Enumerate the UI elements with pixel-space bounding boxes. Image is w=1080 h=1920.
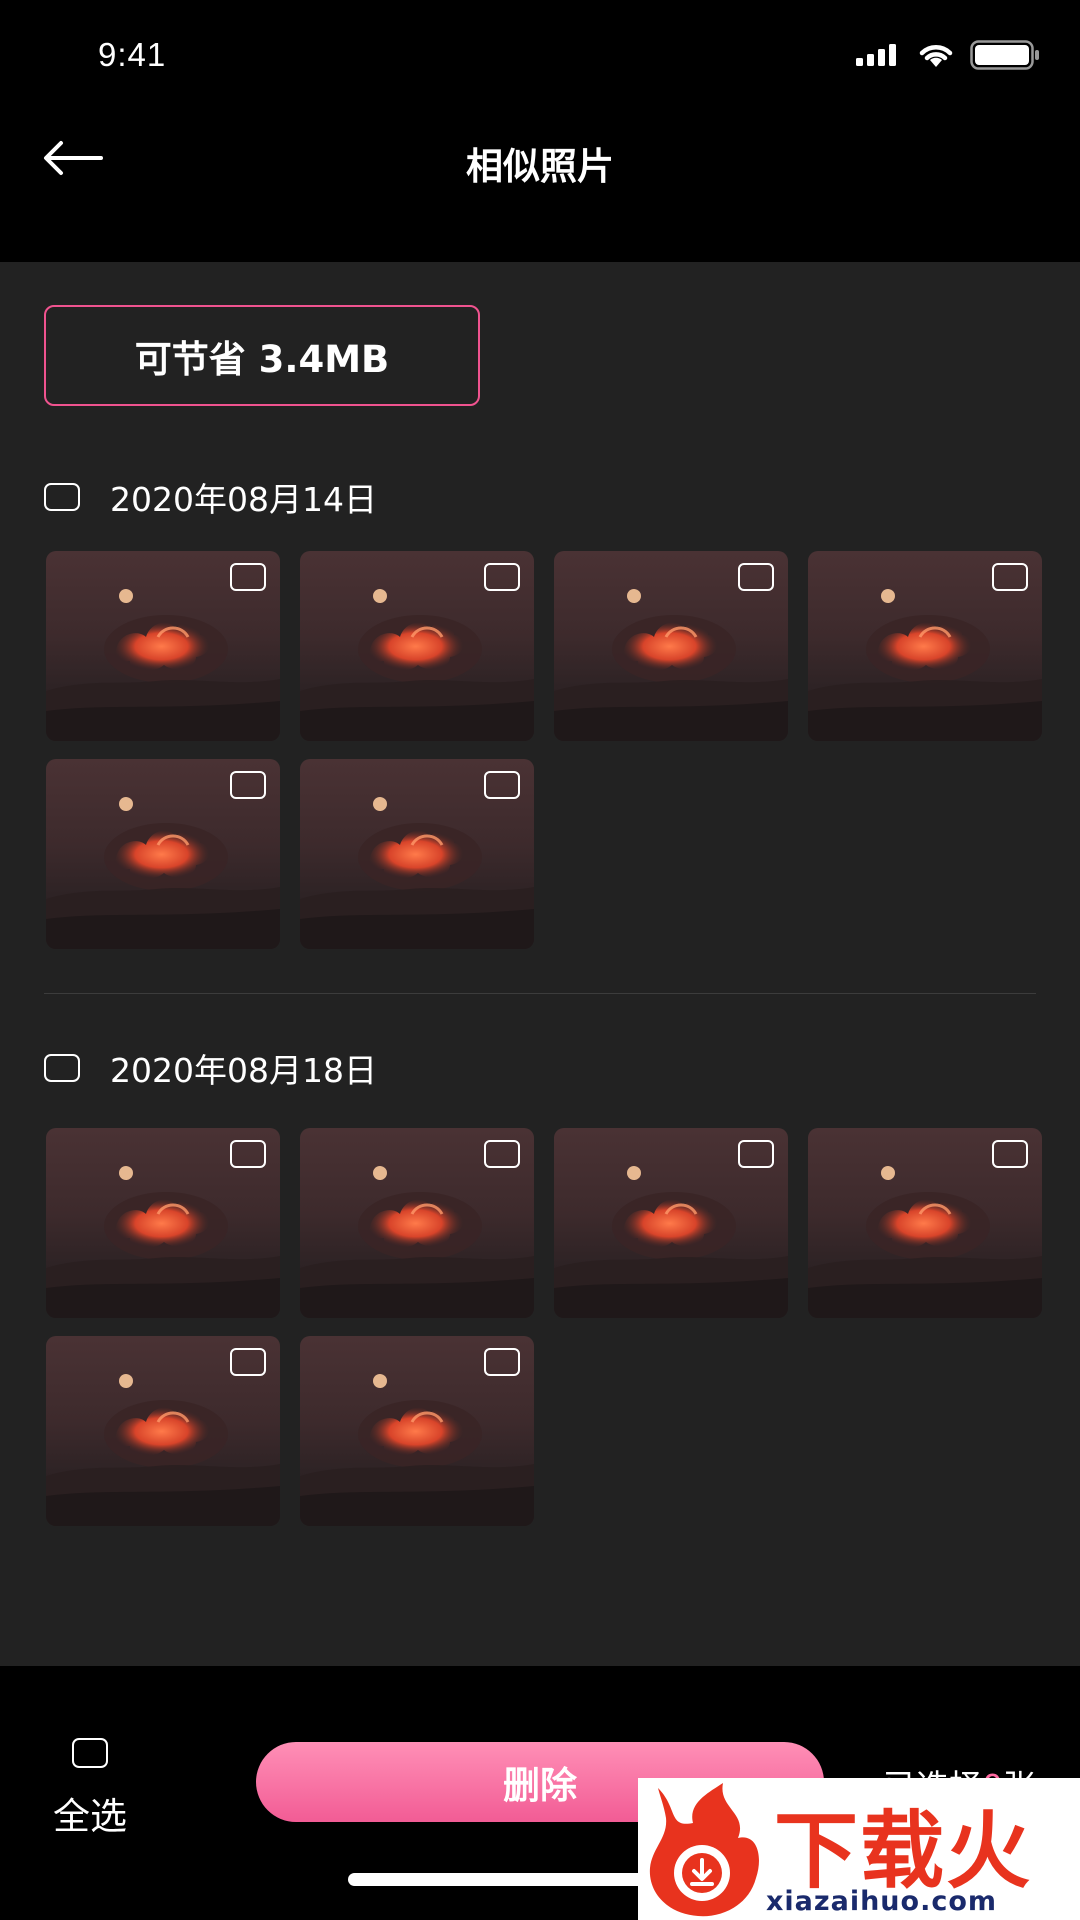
savings-badge: 可节省 3.4MB (44, 305, 480, 406)
photo-thumbnail[interactable] (300, 551, 534, 741)
group-checkbox[interactable] (44, 1054, 80, 1082)
photo-checkbox[interactable] (992, 563, 1028, 591)
photo-checkbox[interactable] (230, 563, 266, 591)
photo-grid-1 (46, 551, 1042, 949)
photo-checkbox[interactable] (230, 1140, 266, 1168)
group-date: 2020年08月14日 (110, 480, 377, 519)
main-content: 可节省 3.4MB 2020年08月14日 2020年08月18日 (0, 262, 1080, 1666)
select-all-label: 全选 (53, 1795, 127, 1838)
photo-checkbox[interactable] (484, 1140, 520, 1168)
select-all-button[interactable]: 全选 (44, 1738, 136, 1840)
page-title: 相似照片 (466, 145, 614, 188)
status-time: 9:41 (98, 36, 167, 73)
status-bar: 9:41 (0, 0, 1080, 110)
photo-thumbnail[interactable] (46, 1336, 280, 1526)
watermark: 下载火 xiazaihuo.com (638, 1778, 1080, 1920)
photo-checkbox[interactable] (484, 771, 520, 799)
select-all-checkbox[interactable] (72, 1738, 108, 1768)
battery-icon (970, 40, 1039, 70)
photo-thumbnail[interactable] (300, 1336, 534, 1526)
nav-bar: 相似照片 (0, 110, 1080, 262)
divider (44, 993, 1036, 994)
photo-checkbox[interactable] (230, 1348, 266, 1376)
photo-thumbnail[interactable] (808, 1128, 1042, 1318)
group-header-1[interactable]: 2020年08月14日 (44, 473, 377, 521)
photo-thumbnail[interactable] (808, 551, 1042, 741)
photo-checkbox[interactable] (992, 1140, 1028, 1168)
group-header-2[interactable]: 2020年08月18日 (44, 1044, 377, 1092)
photo-thumbnail[interactable] (300, 759, 534, 949)
photo-checkbox[interactable] (230, 771, 266, 799)
signal-icon (856, 44, 896, 66)
group-checkbox[interactable] (44, 483, 80, 511)
watermark-url: xiazaihuo.com (766, 1886, 998, 1917)
photo-thumbnail[interactable] (46, 551, 280, 741)
photo-thumbnail[interactable] (300, 1128, 534, 1318)
photo-checkbox[interactable] (484, 1348, 520, 1376)
flame-logo-icon (649, 1783, 759, 1917)
photo-thumbnail[interactable] (554, 551, 788, 741)
photo-checkbox[interactable] (738, 563, 774, 591)
group-date: 2020年08月18日 (110, 1051, 377, 1090)
photo-checkbox[interactable] (738, 1140, 774, 1168)
wifi-icon (919, 45, 953, 67)
photo-grid-2 (46, 1128, 1042, 1526)
photo-thumbnail[interactable] (46, 1128, 280, 1318)
photo-checkbox[interactable] (484, 563, 520, 591)
photo-thumbnail[interactable] (46, 759, 280, 949)
status-icons (856, 40, 1040, 70)
photo-thumbnail[interactable] (554, 1128, 788, 1318)
